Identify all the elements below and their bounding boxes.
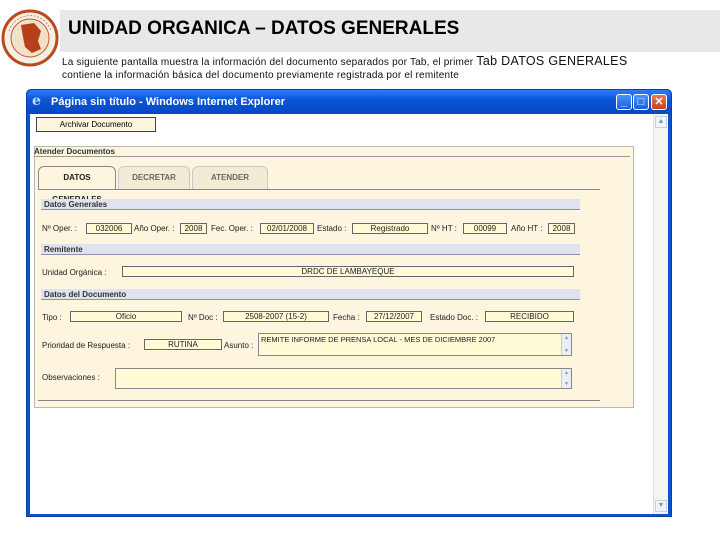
scroll-up-icon[interactable]: ▲ [655, 116, 667, 128]
minimize-button[interactable]: _ [616, 94, 632, 110]
minimize-icon: _ [620, 96, 628, 108]
tab-atender[interactable]: ATENDER [192, 166, 268, 189]
prioridad-label: Prioridad de Respuesta : [42, 341, 131, 350]
ie-icon: e [32, 93, 41, 109]
section-datos-generales: Datos Generales [41, 199, 580, 210]
nro-doc-field[interactable]: 2508-2007 (15-2) [223, 311, 329, 322]
observaciones-scrollbar[interactable]: ▲ ▼ [561, 369, 571, 388]
archivar-documento-button[interactable]: Archivar Documento [36, 117, 156, 132]
nro-ht-label: Nº HT : [431, 224, 457, 233]
panel-title: Atender Documentos [34, 147, 630, 157]
fec-oper-label: Fec. Oper. : [211, 224, 253, 233]
browser-window: e Página sin título - Windows Internet E… [26, 89, 672, 517]
observaciones-label: Observaciones : [42, 373, 100, 382]
estado-doc-label: Estado Doc. : [430, 313, 479, 322]
browser-title: Página sin título - Windows Internet Exp… [51, 96, 285, 108]
maximize-icon: □ [637, 96, 645, 108]
slide-description-line1: La siguiente pantalla muestra la informa… [62, 54, 627, 68]
scroll-up-icon[interactable]: ▲ [562, 369, 571, 377]
tab-datos-generales[interactable]: DATOS GENERALES [38, 166, 116, 204]
close-button[interactable]: ✕ [651, 94, 667, 110]
scroll-down-icon[interactable]: ▼ [562, 347, 571, 355]
estado-label: Estado : [317, 224, 347, 233]
desc-line1-text: La siguiente pantalla muestra la informa… [62, 57, 474, 68]
tab-decretar[interactable]: DECRETAR [118, 166, 190, 189]
tipo-label: Tipo : [42, 313, 62, 322]
asunto-text: REMITE INFORME DE PRENSA LOCAL - MES DE … [261, 335, 496, 344]
nro-oper-label: Nº Oper. : [42, 224, 77, 233]
nro-doc-label: Nº Doc : [188, 313, 218, 322]
fecha-field[interactable]: 27/12/2007 [366, 311, 422, 322]
estado-field[interactable]: Registrado [352, 223, 428, 234]
close-icon: ✕ [654, 96, 664, 108]
tipo-field[interactable]: Oficio [70, 311, 182, 322]
estado-doc-field[interactable]: RECIBIDO [485, 311, 574, 322]
unidad-organica-field[interactable]: DRDC DE LAMBAYEQUE [122, 266, 574, 277]
scroll-down-icon[interactable]: ▼ [655, 500, 667, 512]
nro-oper-field[interactable]: 032006 [86, 223, 132, 234]
fecha-label: Fecha : [333, 313, 360, 322]
unidad-organica-label: Unidad Orgánica : [42, 268, 107, 277]
prioridad-field[interactable]: RUTINA [144, 339, 222, 350]
asunto-label: Asunto : [224, 341, 254, 350]
asunto-textarea[interactable]: REMITE INFORME DE PRENSA LOCAL - MES DE … [258, 333, 572, 356]
fec-oper-field[interactable]: 02/01/2008 [260, 223, 314, 234]
vertical-scrollbar[interactable]: ▲ ▼ [653, 114, 668, 514]
anio-ht-label: Año HT : [511, 224, 543, 233]
slide-title: UNIDAD ORGANICA – DATOS GENERALES [68, 18, 460, 39]
section-remitente: Remitente [41, 244, 580, 255]
nro-ht-field[interactable]: 00099 [463, 223, 507, 234]
institution-seal-logo [1, 9, 59, 67]
section-datos-documento: Datos del Documento [41, 289, 580, 300]
scroll-down-icon[interactable]: ▼ [562, 380, 571, 388]
asunto-scrollbar[interactable]: ▲ ▼ [561, 334, 571, 355]
observaciones-textarea[interactable]: ▲ ▼ [115, 368, 572, 389]
anio-ht-field[interactable]: 2008 [548, 223, 575, 234]
tab-content-bottom-border [38, 400, 600, 401]
anio-oper-label: Año Oper. : [134, 224, 175, 233]
browser-titlebar[interactable]: e Página sin título - Windows Internet E… [27, 90, 671, 114]
browser-content: ▲ ▼ Archivar Documento Atender Documento… [30, 114, 668, 514]
desc-line1-emphasis: Tab DATOS GENERALES [476, 54, 628, 68]
scroll-up-icon[interactable]: ▲ [562, 334, 571, 342]
slide-description-line2: contiene la información básica del docum… [62, 70, 460, 81]
maximize-button[interactable]: □ [633, 94, 649, 110]
anio-oper-field[interactable]: 2008 [180, 223, 207, 234]
